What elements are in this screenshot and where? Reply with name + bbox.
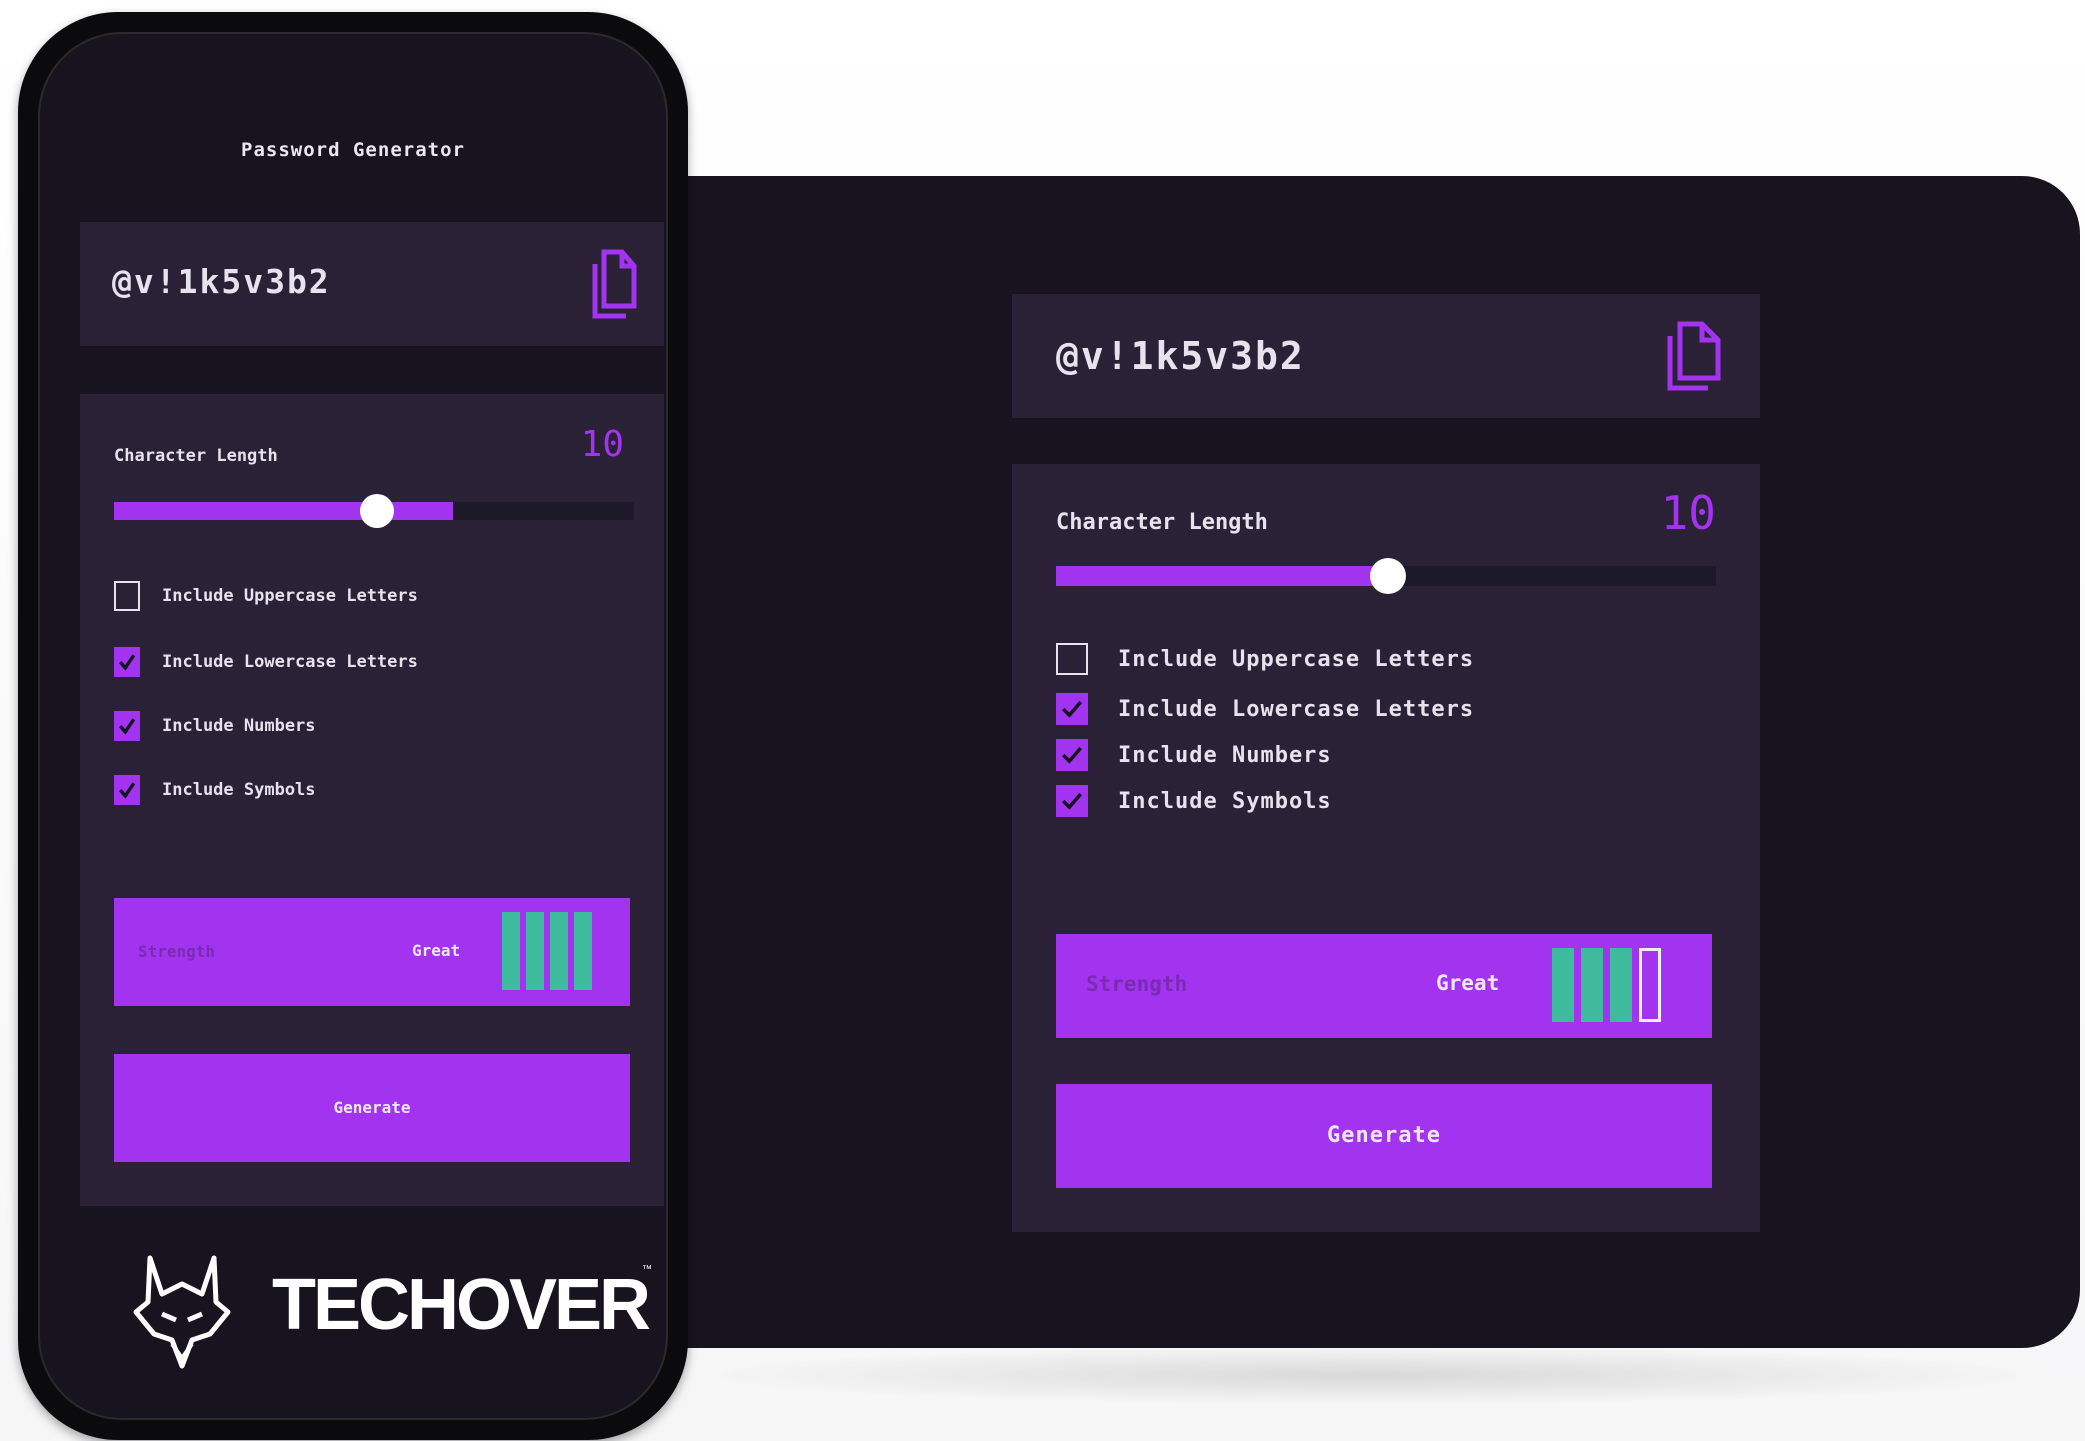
option-numbers[interactable]: Include Numbers — [114, 710, 316, 742]
numbers-label: Include Numbers — [1118, 742, 1332, 768]
logo-wordmark: TECHOVER — [272, 1265, 651, 1345]
phone-screen: Password Generator @v!1k5v3b2 Character … — [38, 32, 668, 1420]
app-title: Password Generator — [241, 139, 465, 161]
strength-bar — [1581, 948, 1603, 1022]
strength-bar — [550, 912, 568, 990]
symbols-label: Include Symbols — [162, 780, 316, 800]
wolf-logo-icon — [133, 1255, 231, 1369]
length-slider-fill — [114, 502, 453, 520]
mobile-password-text: @v!1k5v3b2 — [112, 262, 331, 301]
strength-label: Strength — [138, 942, 216, 961]
desktop-password-text: @v!1k5v3b2 — [1056, 334, 1305, 378]
length-slider-thumb[interactable] — [1370, 558, 1406, 594]
length-slider[interactable] — [114, 494, 634, 528]
symbols-label: Include Symbols — [1118, 788, 1332, 814]
check-icon — [1062, 746, 1083, 764]
option-symbols[interactable]: Include Symbols — [114, 774, 316, 806]
character-length-label: Character Length — [114, 446, 278, 466]
strength-bar — [502, 912, 520, 990]
trademark-mark: ™ — [642, 1264, 652, 1275]
check-icon — [1062, 700, 1083, 718]
desktop-password-display: @v!1k5v3b2 — [1012, 294, 1760, 418]
strength-bar — [526, 912, 544, 990]
lowercase-label: Include Lowercase Letters — [1118, 696, 1475, 722]
option-lowercase[interactable]: Include Lowercase Letters — [114, 646, 418, 678]
strength-bars — [502, 912, 592, 990]
option-uppercase[interactable]: Include Uppercase Letters — [114, 580, 418, 612]
symbols-checkbox[interactable] — [1056, 785, 1088, 817]
check-icon — [118, 654, 136, 671]
check-icon — [118, 782, 136, 799]
option-uppercase[interactable]: Include Uppercase Letters — [1056, 642, 1474, 676]
numbers-checkbox[interactable] — [1056, 739, 1088, 771]
character-length-value: 10 — [1660, 486, 1716, 540]
strength-bar-empty — [1639, 948, 1661, 1022]
numbers-label: Include Numbers — [162, 716, 316, 736]
numbers-checkbox[interactable] — [114, 711, 140, 741]
check-icon — [1062, 792, 1083, 810]
techover-logo: TECHOVER ™ — [132, 1254, 666, 1374]
option-symbols[interactable]: Include Symbols — [1056, 784, 1332, 818]
option-numbers[interactable]: Include Numbers — [1056, 738, 1332, 772]
lowercase-checkbox[interactable] — [1056, 693, 1088, 725]
symbols-checkbox[interactable] — [114, 775, 140, 805]
uppercase-label: Include Uppercase Letters — [1118, 646, 1475, 672]
character-length-label: Character Length — [1056, 510, 1268, 535]
strength-bars — [1552, 948, 1661, 1022]
generate-button[interactable]: Generate — [1056, 1084, 1712, 1188]
strength-value: Great — [412, 941, 461, 960]
uppercase-label: Include Uppercase Letters — [162, 586, 418, 606]
strength-meter: Strength Great — [114, 898, 630, 1006]
strength-bar — [1610, 948, 1632, 1022]
character-length-value: 10 — [580, 424, 624, 465]
check-icon — [118, 718, 136, 735]
option-lowercase[interactable]: Include Lowercase Letters — [1056, 692, 1474, 726]
strength-bar — [1552, 948, 1574, 1022]
uppercase-checkbox[interactable] — [1056, 643, 1088, 675]
strength-label: Strength — [1086, 972, 1188, 996]
uppercase-checkbox[interactable] — [114, 581, 140, 611]
desktop-settings-card: Character Length 10 Include Uppercase Le… — [1012, 464, 1760, 1232]
mobile-settings-card: Character Length 10 Include Uppercase Le… — [80, 394, 664, 1206]
length-slider[interactable] — [1056, 558, 1716, 594]
drop-shadow — [680, 1345, 2060, 1405]
generate-button[interactable]: Generate — [114, 1054, 630, 1162]
phone-mockup: Password Generator @v!1k5v3b2 Character … — [18, 12, 688, 1440]
lowercase-label: Include Lowercase Letters — [162, 652, 418, 672]
length-slider-thumb[interactable] — [360, 494, 394, 528]
copy-icon[interactable] — [1664, 320, 1722, 392]
length-slider-fill — [1056, 566, 1386, 586]
strength-value: Great — [1436, 971, 1500, 995]
copy-icon[interactable] — [590, 248, 638, 320]
lowercase-checkbox[interactable] — [114, 647, 140, 677]
strength-meter: Strength Great — [1056, 934, 1712, 1038]
strength-bar — [574, 912, 592, 990]
mobile-password-display: @v!1k5v3b2 — [80, 222, 664, 346]
